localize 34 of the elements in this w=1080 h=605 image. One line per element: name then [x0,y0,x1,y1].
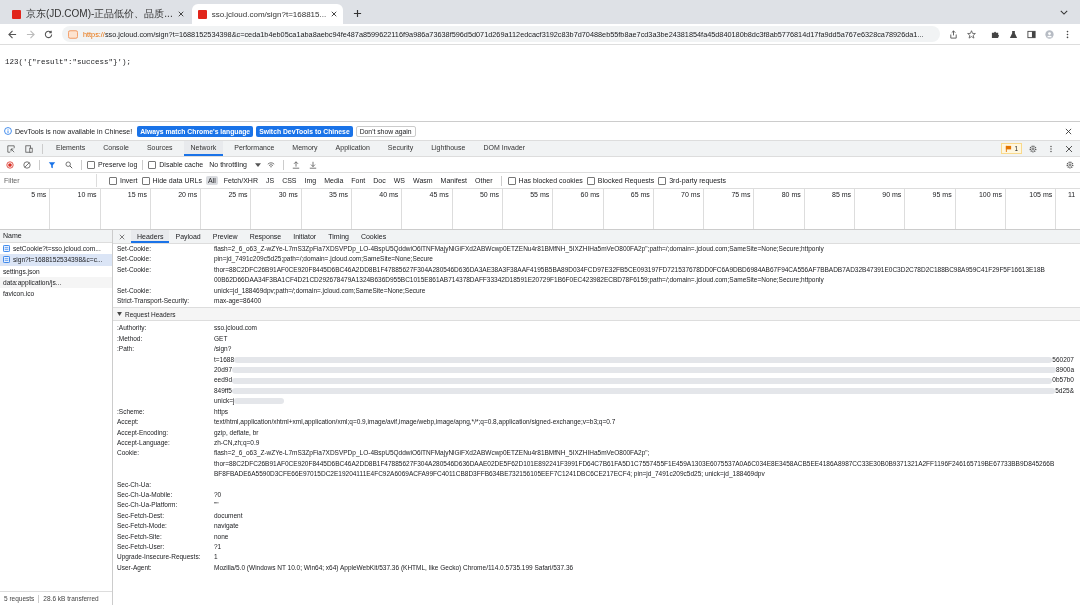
close-icon[interactable] [1065,144,1073,153]
search-icon[interactable] [65,160,73,169]
favicon-icon [197,9,207,19]
download-icon[interactable] [309,160,317,169]
flask-icon[interactable] [1009,29,1018,39]
settings-icon[interactable] [1066,160,1074,169]
browser-tab[interactable]: sso.jcloud.com/sign?t=168815... [191,4,344,24]
new-tab-icon[interactable] [353,9,363,18]
side-panel-icon[interactable] [1027,29,1036,39]
wifi-icon[interactable] [267,160,275,169]
share-icon[interactable] [949,29,958,39]
document-icon [3,245,10,253]
clear-icon[interactable] [23,160,31,169]
filter-icon[interactable] [48,160,56,169]
info-icon [4,127,12,135]
puzzle-icon[interactable] [991,29,1000,39]
record-icon[interactable] [6,160,14,169]
caret-icon [117,312,122,317]
device-icon[interactable] [25,144,33,153]
settings-icon[interactable] [1029,144,1037,153]
chevron-down-icon[interactable] [1060,10,1068,15]
close-icon[interactable] [1065,127,1072,135]
favicon-icon [12,9,21,19]
star-icon[interactable] [967,29,976,39]
close-icon[interactable] [331,11,338,17]
close-icon[interactable] [177,11,184,17]
back-icon[interactable] [8,29,17,39]
document-icon [3,256,10,264]
upload-icon[interactable] [292,160,300,169]
caret-icon [255,162,261,167]
reload-icon[interactable] [44,29,53,39]
inspect-icon[interactable] [7,144,15,153]
browser-tab[interactable]: 京东(JD.COM)-正品低价、品质... [6,4,190,24]
blurred-text [234,398,285,405]
